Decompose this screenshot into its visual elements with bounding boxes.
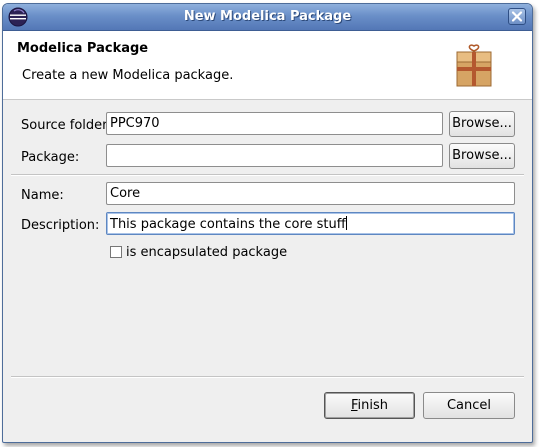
close-icon (511, 11, 523, 22)
package-browse-button[interactable]: Browse... (449, 143, 515, 169)
dialog-window: New Modelica Package Modelica Package Cr… (2, 3, 533, 443)
source-folder-label: Source folder: (21, 118, 112, 133)
close-button[interactable] (508, 8, 526, 25)
header-title: Modelica Package (17, 41, 149, 56)
title-bar[interactable]: New Modelica Package (3, 4, 532, 31)
source-folder-browse-button[interactable]: Browse... (449, 111, 515, 137)
description-input[interactable]: This package contains the core stuff (106, 212, 515, 235)
wizard-header: Modelica Package Create a new Modelica p… (3, 31, 532, 100)
finish-label: inish (357, 398, 389, 413)
name-input[interactable]: Core (106, 182, 515, 205)
encapsulated-checkbox[interactable] (110, 246, 122, 258)
cancel-button[interactable]: Cancel (423, 392, 515, 419)
form-separator (11, 174, 524, 176)
package-box-icon (456, 44, 492, 87)
source-folder-input[interactable]: PPC970 (106, 112, 443, 135)
text-caret (345, 216, 347, 230)
window-title: New Modelica Package (183, 9, 352, 24)
description-value: This package contains the core stuff (110, 217, 346, 232)
package-input[interactable] (106, 144, 443, 167)
header-description: Create a new Modelica package. (22, 68, 234, 83)
footer-separator (11, 376, 524, 378)
encapsulated-checkbox-label[interactable]: is encapsulated package (126, 245, 287, 260)
package-label: Package: (21, 150, 80, 165)
description-label: Description: (21, 218, 100, 233)
finish-button[interactable]: Finish (324, 392, 415, 419)
name-label: Name: (21, 188, 64, 203)
